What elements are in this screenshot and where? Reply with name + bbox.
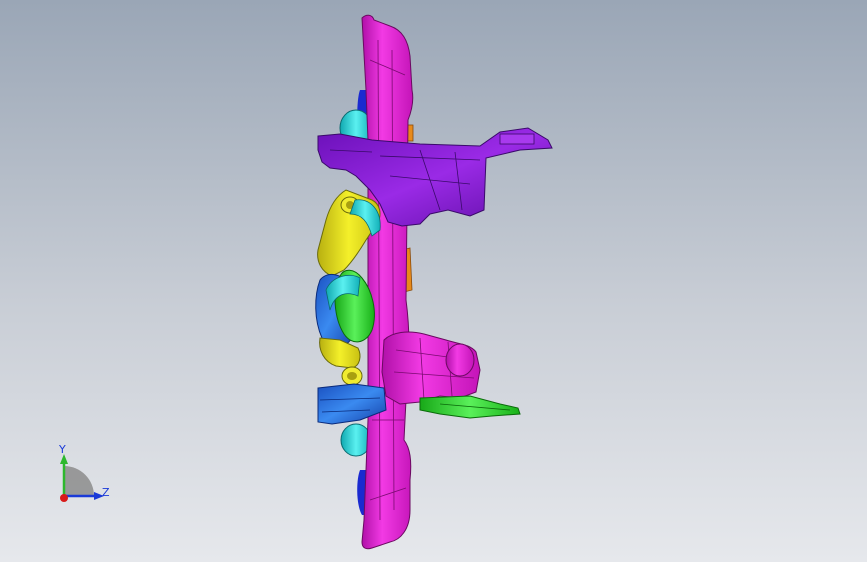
cad-model[interactable]	[0, 0, 867, 562]
purple-tab	[499, 133, 535, 145]
magenta-main-frame	[361, 14, 414, 550]
triad-origin	[60, 494, 68, 502]
magenta-cluster-boss	[445, 343, 475, 377]
green-lower-arm	[419, 395, 521, 419]
3d-viewport[interactable]: Y Z	[0, 0, 867, 562]
triad-plane-quadrant	[64, 466, 94, 496]
yellow-pipe-lower	[319, 337, 361, 369]
triad-z-label: Z	[102, 486, 110, 499]
triad-y-label: Y	[59, 443, 66, 456]
